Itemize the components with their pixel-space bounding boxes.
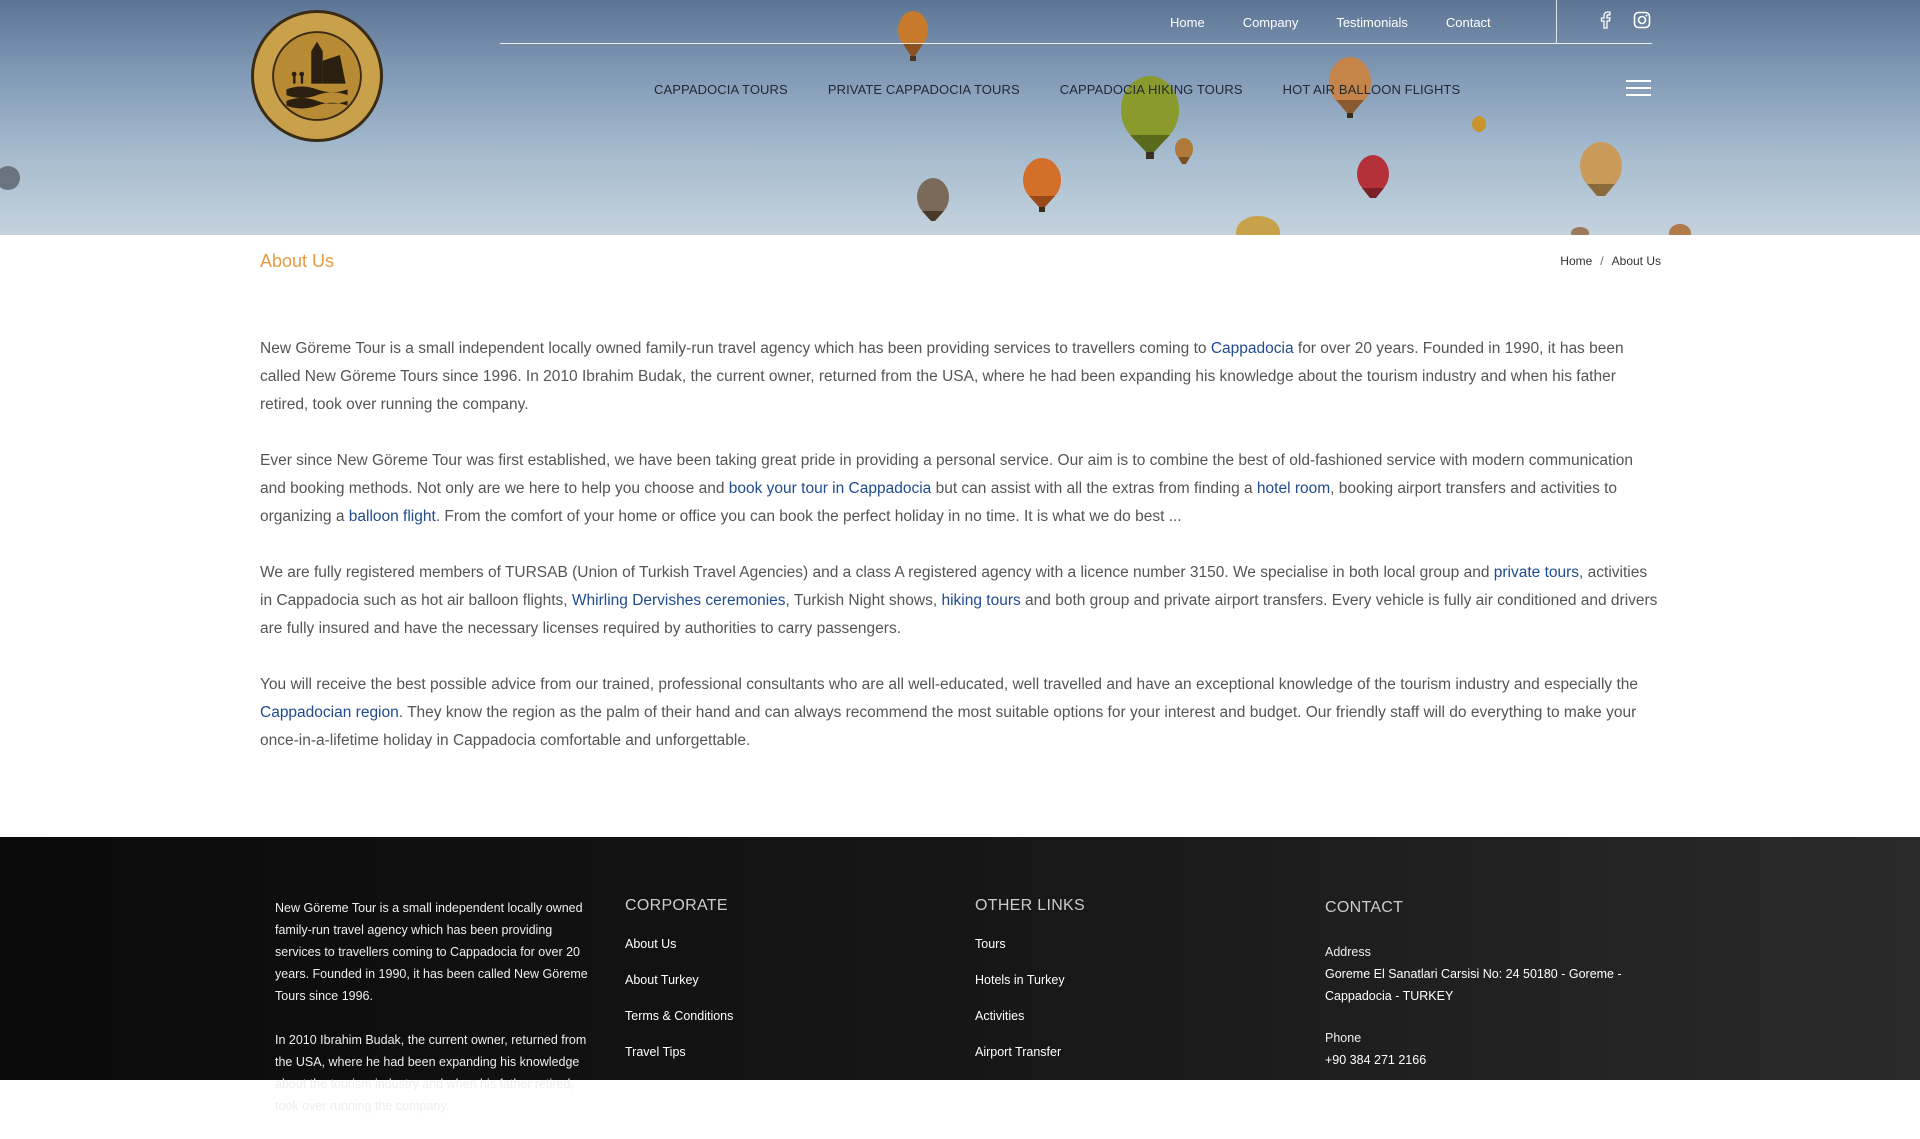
balloon	[1236, 216, 1280, 235]
list-item: Activities	[975, 1009, 1085, 1023]
balloon	[1023, 158, 1061, 212]
list-item: Airport Transfer	[975, 1045, 1085, 1059]
text-span: . They know the region as the palm of th…	[260, 704, 1637, 749]
balloon	[1472, 116, 1486, 132]
footer: New Göreme Tour is a small independent l…	[0, 837, 1920, 1113]
footer-link-airport-transfer[interactable]: Airport Transfer	[975, 1045, 1061, 1059]
balloon	[1669, 224, 1691, 235]
cappadocian-region-link[interactable]: Cappadocian region	[260, 704, 399, 721]
whirling-dervishes-link[interactable]: Whirling Dervishes ceremonies	[572, 592, 786, 609]
page-title: About Us	[260, 251, 335, 271]
list-item: About Us	[625, 937, 733, 951]
about-paragraph: We are fully registered members of TURSA…	[260, 559, 1660, 643]
list-item: Tours	[975, 937, 1085, 951]
footer-link-activities[interactable]: Activities	[975, 1009, 1024, 1023]
balloon-flight-link[interactable]: balloon flight	[349, 508, 436, 525]
header-divider	[500, 43, 1652, 44]
address-value: Goreme El Sanatlari Carsisi No: 24 50180…	[1325, 967, 1622, 1003]
footer-link-about-us[interactable]: About Us	[625, 937, 676, 951]
instagram-icon[interactable]	[1632, 10, 1652, 30]
footer-other-links-heading: OTHER LINKS	[975, 897, 1085, 914]
balloon	[1580, 142, 1622, 196]
footer-other-links: OTHER LINKS Tours Hotels in Turkey Activ…	[975, 897, 1085, 1081]
footer-other-links-list: Tours Hotels in Turkey Activities Airpor…	[975, 937, 1085, 1059]
book-tour-link[interactable]: book your tour in Cappadocia	[729, 480, 932, 497]
main-nav: CAPPADOCIA TOURS PRIVATE CAPPADOCIA TOUR…	[654, 82, 1460, 97]
facebook-icon[interactable]	[1596, 10, 1616, 30]
about-content: New Göreme Tour is a small independent l…	[260, 335, 1660, 783]
top-nav-contact[interactable]: Contact	[1446, 15, 1491, 30]
about-paragraph: Ever since New Göreme Tour was first est…	[260, 447, 1660, 531]
balloon	[1357, 155, 1389, 198]
hiking-tours-link[interactable]: hiking tours	[941, 592, 1020, 609]
about-paragraph: You will receive the best possible advic…	[260, 671, 1660, 755]
top-nav-divider	[1556, 0, 1557, 43]
footer-about-text: New Göreme Tour is a small independent l…	[275, 901, 588, 1003]
footer-link-hotels[interactable]: Hotels in Turkey	[975, 973, 1065, 987]
balloon	[1175, 138, 1193, 164]
hero-header: Home Company Testimonials Contact CAPPAD…	[0, 0, 1920, 235]
top-nav-company[interactable]: Company	[1243, 15, 1299, 30]
footer-about-text: In 2010 Ibrahim Budak, the current owner…	[275, 1033, 587, 1113]
main-nav-private-cappadocia-tours[interactable]: PRIVATE CAPPADOCIA TOURS	[828, 82, 1020, 97]
address-label: Address	[1325, 945, 1371, 959]
text-span: We are fully registered members of TURSA…	[260, 564, 1494, 581]
menu-icon-bar	[1626, 87, 1651, 89]
list-item: About Turkey	[625, 973, 733, 987]
footer-contact: CONTACT Address Goreme El Sanatlari Cars…	[1325, 897, 1665, 1091]
text-span: . From the comfort of your home or offic…	[435, 508, 1182, 525]
text-span: but can assist with all the extras from …	[931, 480, 1257, 497]
menu-icon-bar	[1626, 94, 1651, 96]
footer-corporate: CORPORATE About Us About Turkey Terms & …	[625, 897, 733, 1081]
footer-about: New Göreme Tour is a small independent l…	[275, 897, 600, 1139]
company-logo[interactable]	[251, 10, 383, 142]
phone-label: Phone	[1325, 1031, 1362, 1045]
balloon	[1571, 227, 1589, 235]
list-item: Terms & Conditions	[625, 1009, 733, 1023]
hotel-room-link[interactable]: hotel room	[1257, 480, 1330, 497]
main-nav-hot-air-balloon-flights[interactable]: HOT AIR BALLOON FLIGHTS	[1283, 82, 1461, 97]
list-item: Travel Tips	[625, 1045, 733, 1059]
about-paragraph: New Göreme Tour is a small independent l…	[260, 335, 1660, 419]
menu-icon[interactable]	[1626, 80, 1651, 98]
balloon	[0, 166, 20, 190]
footer-corporate-list: About Us About Turkey Terms & Conditions…	[625, 937, 733, 1059]
social-links	[1596, 10, 1652, 30]
balloon	[898, 11, 928, 61]
balloon	[917, 178, 949, 221]
breadcrumb-separator: /	[1600, 254, 1604, 268]
top-nav: Home Company Testimonials Contact	[1170, 12, 1491, 32]
footer-link-about-turkey[interactable]: About Turkey	[625, 973, 699, 987]
footer-link-terms[interactable]: Terms & Conditions	[625, 1009, 733, 1023]
breadcrumb-home[interactable]: Home	[1560, 254, 1592, 268]
private-tours-link[interactable]: private tours	[1494, 564, 1579, 581]
text-span: New Göreme Tour is a small independent l…	[260, 340, 1211, 357]
footer-link-tours[interactable]: Tours	[975, 937, 1006, 951]
breadcrumb-current: About Us	[1611, 254, 1661, 268]
text-span: , Turkish Night shows,	[785, 592, 942, 609]
top-nav-testimonials[interactable]: Testimonials	[1336, 15, 1408, 30]
footer-corporate-heading: CORPORATE	[625, 897, 728, 914]
text-span: You will receive the best possible advic…	[260, 676, 1638, 693]
top-nav-home[interactable]: Home	[1170, 15, 1205, 30]
footer-link-travel-tips[interactable]: Travel Tips	[625, 1045, 686, 1059]
main-nav-cappadocia-hiking-tours[interactable]: CAPPADOCIA HIKING TOURS	[1060, 82, 1243, 97]
main-nav-cappadocia-tours[interactable]: CAPPADOCIA TOURS	[654, 82, 788, 97]
menu-icon-bar	[1626, 80, 1651, 82]
cappadocia-link[interactable]: Cappadocia	[1211, 340, 1294, 357]
breadcrumb: Home / About Us	[1560, 254, 1661, 268]
phone-value[interactable]: +90 384 271 2166	[1325, 1049, 1665, 1071]
footer-contact-heading: CONTACT	[1325, 899, 1404, 916]
list-item: Hotels in Turkey	[975, 973, 1085, 987]
